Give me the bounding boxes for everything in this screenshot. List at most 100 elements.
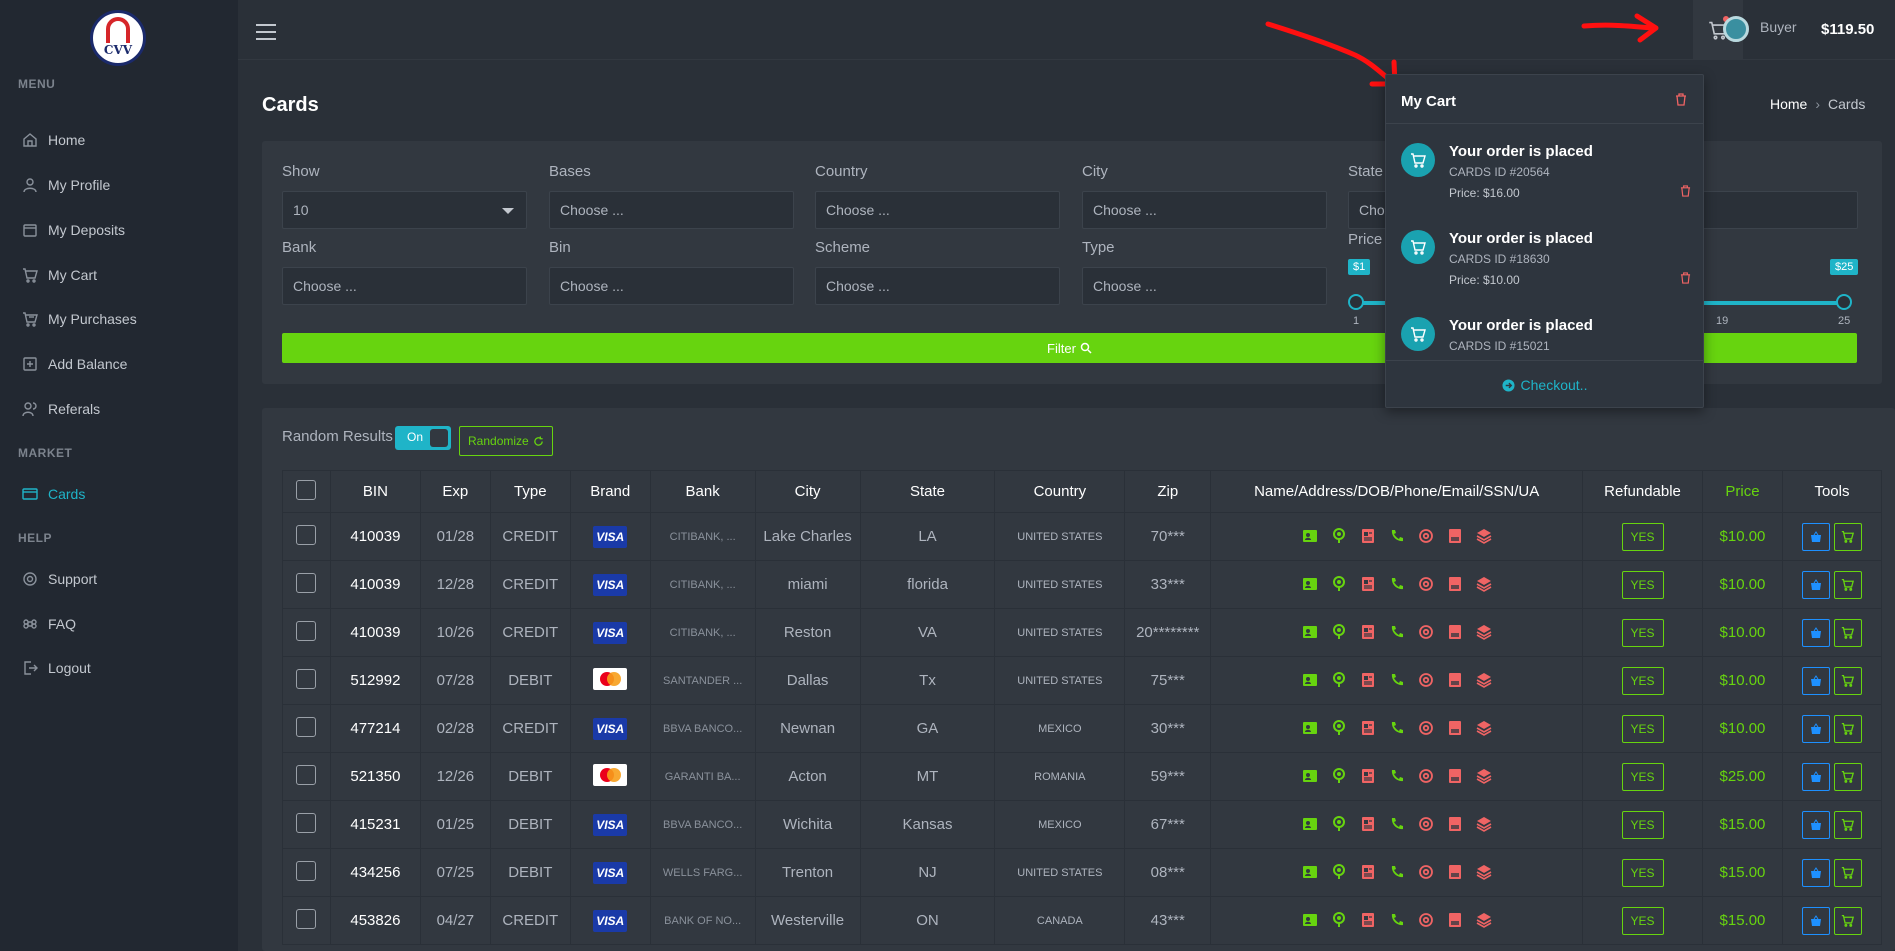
table-row[interactable]: 410039 10/26 CREDIT VISA CITIBANK, ... Reston…	[282, 608, 1883, 657]
email-at-icon[interactable]	[1415, 669, 1437, 691]
row-checkbox[interactable]	[296, 908, 317, 929]
sidebar-item-faq[interactable]: FAQ	[22, 613, 76, 635]
sidebar-item-add-balance[interactable]: Add Balance	[22, 353, 127, 375]
col-bank[interactable]: Bank	[649, 470, 756, 513]
show-select[interactable]: 10	[282, 191, 527, 229]
sidebar-item-my-deposits[interactable]: My Deposits	[22, 219, 125, 241]
bin-select[interactable]: Choose ...	[549, 267, 794, 305]
id-document-icon[interactable]	[1357, 813, 1379, 835]
location-pin-icon[interactable]	[1328, 621, 1350, 643]
buy-now-basket-button[interactable]	[1801, 570, 1830, 599]
remove-item-trash-icon[interactable]	[1680, 271, 1691, 287]
menu-toggle-icon[interactable]	[256, 24, 276, 40]
id-document-icon[interactable]	[1357, 573, 1379, 595]
email-at-icon[interactable]	[1415, 861, 1437, 883]
add-to-cart-button[interactable]	[1833, 666, 1862, 695]
sidebar-item-my-cart[interactable]: My Cart	[22, 264, 97, 286]
contact-card-icon[interactable]	[1299, 573, 1321, 595]
location-pin-icon[interactable]	[1328, 909, 1350, 931]
clear-cart-trash-icon[interactable]	[1675, 93, 1687, 109]
buy-now-basket-button[interactable]	[1801, 522, 1830, 551]
col-exp[interactable]: Exp	[419, 470, 491, 513]
layers-icon[interactable]	[1473, 909, 1495, 931]
id-document-icon[interactable]	[1357, 765, 1379, 787]
sidebar-item-logout[interactable]: Logout	[22, 657, 91, 679]
country-select[interactable]: Choose ...	[815, 191, 1060, 229]
ssn-card-icon[interactable]	[1444, 813, 1466, 835]
bases-select[interactable]: Choose ...	[549, 191, 794, 229]
buy-now-basket-button[interactable]	[1801, 810, 1830, 839]
email-at-icon[interactable]	[1415, 621, 1437, 643]
table-row[interactable]: 434256 07/25 DEBIT VISA WELLS FARG... Trenton…	[282, 848, 1883, 897]
id-document-icon[interactable]	[1357, 669, 1379, 691]
add-to-cart-button[interactable]	[1833, 714, 1862, 743]
phone-icon[interactable]	[1386, 573, 1408, 595]
contact-card-icon[interactable]	[1299, 621, 1321, 643]
row-checkbox[interactable]	[296, 668, 317, 689]
table-row[interactable]: 415231 01/25 DEBIT VISA BBVA BANCO... Wichita…	[282, 800, 1883, 849]
add-to-cart-button[interactable]	[1833, 522, 1862, 551]
col-state[interactable]: State	[859, 470, 996, 513]
id-document-icon[interactable]	[1357, 909, 1379, 931]
contact-card-icon[interactable]	[1299, 525, 1321, 547]
slider-min-handle[interactable]	[1348, 294, 1364, 310]
type-select[interactable]: Choose ...	[1082, 267, 1327, 305]
phone-icon[interactable]	[1386, 909, 1408, 931]
contact-card-icon[interactable]	[1299, 813, 1321, 835]
ssn-card-icon[interactable]	[1444, 909, 1466, 931]
checkout-link[interactable]: Checkout..	[1386, 377, 1703, 393]
col-brand[interactable]: Brand	[569, 470, 651, 513]
remove-item-trash-icon[interactable]	[1680, 184, 1691, 200]
phone-icon[interactable]	[1386, 525, 1408, 547]
layers-icon[interactable]	[1473, 573, 1495, 595]
location-pin-icon[interactable]	[1328, 813, 1350, 835]
add-to-cart-button[interactable]	[1833, 618, 1862, 647]
location-pin-icon[interactable]	[1328, 573, 1350, 595]
ssn-card-icon[interactable]	[1444, 573, 1466, 595]
col-refundable[interactable]: Refundable	[1582, 470, 1703, 513]
row-checkbox[interactable]	[296, 764, 317, 785]
phone-icon[interactable]	[1386, 717, 1408, 739]
table-row[interactable]: 410039 01/28 CREDIT VISA CITIBANK, ... Lake C…	[282, 512, 1883, 561]
avatar[interactable]	[1723, 16, 1749, 42]
buy-now-basket-button[interactable]	[1801, 858, 1830, 887]
col-details[interactable]: Name/Address/DOB/Phone/Email/SSN/UA	[1210, 470, 1584, 513]
breadcrumb-home[interactable]: Home	[1770, 96, 1807, 112]
add-to-cart-button[interactable]	[1833, 570, 1862, 599]
buy-now-basket-button[interactable]	[1801, 762, 1830, 791]
add-to-cart-button[interactable]	[1833, 762, 1862, 791]
contact-card-icon[interactable]	[1299, 717, 1321, 739]
phone-icon[interactable]	[1386, 861, 1408, 883]
select-all-checkbox[interactable]	[296, 479, 317, 500]
sidebar-item-my-profile[interactable]: My Profile	[22, 174, 110, 196]
bank-select[interactable]: Choose ...	[282, 267, 527, 305]
phone-icon[interactable]	[1386, 621, 1408, 643]
layers-icon[interactable]	[1473, 765, 1495, 787]
col-type[interactable]: Type	[489, 470, 571, 513]
ssn-card-icon[interactable]	[1444, 765, 1466, 787]
add-to-cart-button[interactable]	[1833, 810, 1862, 839]
location-pin-icon[interactable]	[1328, 717, 1350, 739]
ssn-card-icon[interactable]	[1444, 669, 1466, 691]
ssn-card-icon[interactable]	[1444, 525, 1466, 547]
buy-now-basket-button[interactable]	[1801, 666, 1830, 695]
layers-icon[interactable]	[1473, 525, 1495, 547]
col-price[interactable]: Price	[1702, 470, 1783, 513]
contact-card-icon[interactable]	[1299, 909, 1321, 931]
id-document-icon[interactable]	[1357, 861, 1379, 883]
row-checkbox[interactable]	[296, 812, 317, 833]
sidebar-item-cards[interactable]: Cards	[22, 483, 85, 505]
layers-icon[interactable]	[1473, 861, 1495, 883]
id-document-icon[interactable]	[1357, 717, 1379, 739]
randomize-button[interactable]: Randomize	[459, 426, 553, 456]
email-at-icon[interactable]	[1415, 909, 1437, 931]
ssn-card-icon[interactable]	[1444, 717, 1466, 739]
sidebar-item-referals[interactable]: Referals	[22, 398, 100, 420]
id-document-icon[interactable]	[1357, 621, 1379, 643]
col-city[interactable]: City	[754, 470, 861, 513]
table-row[interactable]: 453826 04/27 CREDIT VISA BANK OF NO... Wester…	[282, 896, 1883, 945]
sidebar-item-my-purchases[interactable]: My Purchases	[22, 308, 137, 330]
contact-card-icon[interactable]	[1299, 861, 1321, 883]
contact-card-icon[interactable]	[1299, 669, 1321, 691]
buy-now-basket-button[interactable]	[1801, 618, 1830, 647]
